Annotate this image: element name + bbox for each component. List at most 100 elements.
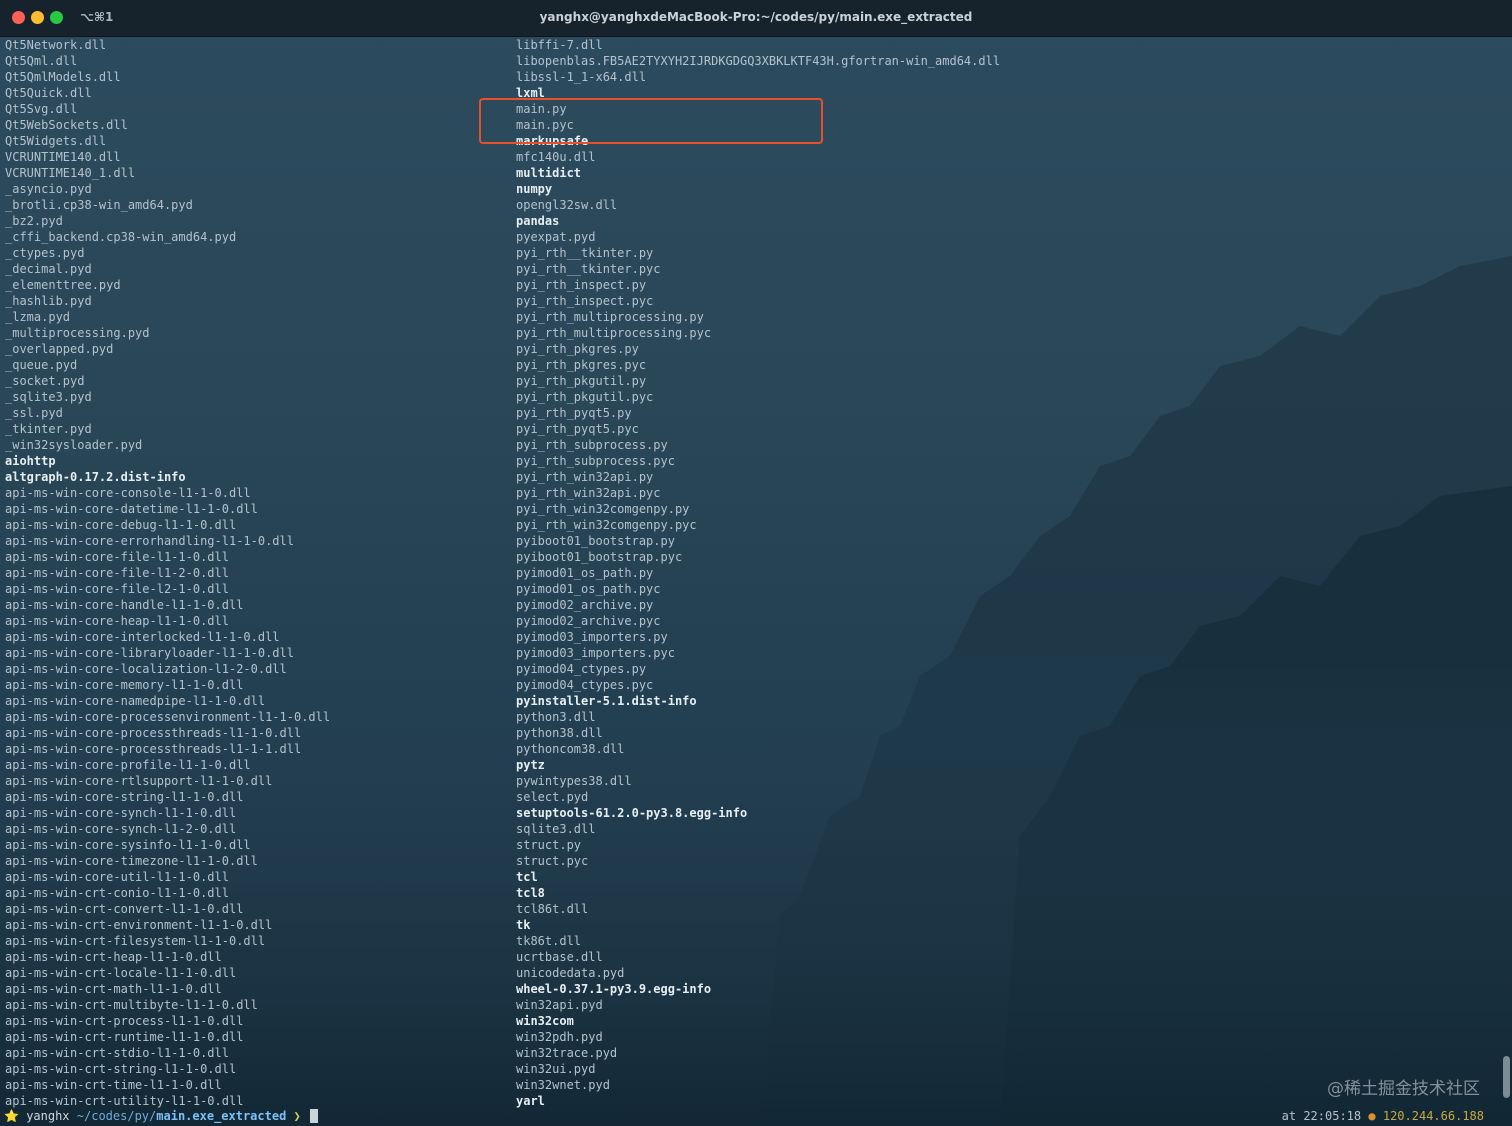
file-entry: api-ms-win-core-handle-l1-1-0.dll	[5, 598, 244, 612]
file-entry: _hashlib.pyd	[5, 294, 92, 308]
file-entry: api-ms-win-core-interlocked-l1-1-0.dll	[5, 630, 280, 644]
file-entry: api-ms-win-core-errorhandling-l1-1-0.dll	[5, 534, 294, 548]
file-entry: api-ms-win-core-namedpipe-l1-1-0.dll	[5, 694, 266, 708]
file-entry: _multiprocessing.pyd	[5, 326, 150, 340]
file-entry: api-ms-win-crt-environment-l1-1-0.dll	[5, 918, 273, 932]
scrollbar-thumb[interactable]	[1503, 1056, 1510, 1098]
file-entry: api-ms-win-crt-filesystem-l1-1-0.dll	[5, 934, 266, 948]
file-entry: _socket.pyd	[5, 374, 85, 388]
file-entry: unicodedata.pyd	[516, 966, 625, 980]
file-entry: api-ms-win-core-debug-l1-1-0.dll	[5, 518, 237, 532]
file-entry: pyi_rth_multiprocessing.pyc	[516, 326, 712, 340]
file-entry: api-ms-win-core-file-l1-1-0.dll	[5, 550, 229, 564]
file-entry: pyi_rth_win32comgenpy.py	[516, 502, 690, 516]
file-entry: _bz2.pyd	[5, 214, 63, 228]
file-entry: tk86t.dll	[516, 934, 582, 948]
file-entry: _queue.pyd	[5, 358, 78, 372]
file-entry: api-ms-win-core-synch-l1-2-0.dll	[5, 822, 237, 836]
file-entry: pyexpat.pyd	[516, 230, 596, 244]
file-entry: api-ms-win-crt-runtime-l1-1-0.dll	[5, 1030, 244, 1044]
file-entry: pyi_rth_pkgres.py	[516, 342, 639, 356]
file-entry: api-ms-win-core-heap-l1-1-0.dll	[5, 614, 229, 628]
file-entry: pyi_rth__tkinter.py	[516, 246, 654, 260]
file-entry: api-ms-win-core-memory-l1-1-0.dll	[5, 678, 244, 692]
file-entry: _tkinter.pyd	[5, 422, 92, 436]
file-entry: libopenblas.FB5AE2TYXYH2IJRDKGDGQ3XBKLKT…	[516, 54, 1001, 68]
directory-entry: tk	[516, 918, 531, 932]
file-entry: Qt5Quick.dll	[5, 86, 92, 100]
file-entry: api-ms-win-crt-locale-l1-1-0.dll	[5, 966, 237, 980]
file-entry: api-ms-win-core-string-l1-1-0.dll	[5, 790, 244, 804]
file-entry: tcl86t.dll	[516, 902, 589, 916]
file-entry: api-ms-win-crt-string-l1-1-0.dll	[5, 1062, 237, 1076]
file-entry: _brotli.cp38-win_amd64.pyd	[5, 198, 193, 212]
file-entry: api-ms-win-core-file-l2-1-0.dll	[5, 582, 229, 596]
file-entry: VCRUNTIME140.dll	[5, 150, 121, 164]
file-entry: api-ms-win-core-console-l1-1-0.dll	[5, 486, 251, 500]
file-entry: _elementtree.pyd	[5, 278, 121, 292]
highlight-box-main-files	[479, 98, 823, 144]
prompt-path-prefix: ~/codes/py/	[76, 1109, 157, 1123]
file-entry: Qt5WebSockets.dll	[5, 118, 128, 132]
file-entry: pyi_rth_multiprocessing.py	[516, 310, 704, 324]
file-entry: pyiboot01_bootstrap.py	[516, 534, 675, 548]
directory-entry: setuptools-61.2.0-py3.8.egg-info	[516, 806, 748, 820]
file-entry: struct.py	[516, 838, 582, 852]
directory-entry: pytz	[516, 758, 545, 772]
file-entry: ucrtbase.dll	[516, 950, 603, 964]
star-icon: ⭐	[4, 1109, 19, 1123]
file-entry: api-ms-win-core-datetime-l1-1-0.dll	[5, 502, 258, 516]
file-entry: _ctypes.pyd	[5, 246, 85, 260]
window-title: yanghx@yanghxdeMacBook-Pro:~/codes/py/ma…	[539, 10, 973, 24]
prompt-path-current: main.exe_extracted	[156, 1109, 287, 1123]
file-entry: _ssl.pyd	[5, 406, 63, 420]
file-entry: win32api.pyd	[516, 998, 603, 1012]
file-entry: pyimod03_importers.py	[516, 630, 668, 644]
title-bar: ⌥⌘1 yanghx@yanghxdeMacBook-Pro:~/codes/p…	[0, 0, 1512, 37]
file-entry: pyi_rth_pyqt5.pyc	[516, 422, 639, 436]
file-entry: libssl-1_1-x64.dll	[516, 70, 647, 84]
file-entry: python3.dll	[516, 710, 596, 724]
file-entry: sqlite3.dll	[516, 822, 596, 836]
file-entry: api-ms-win-crt-convert-l1-1-0.dll	[5, 902, 244, 916]
directory-entry: wheel-0.37.1-py3.9.egg-info	[516, 982, 712, 996]
file-entry: api-ms-win-crt-time-l1-1-0.dll	[5, 1078, 222, 1092]
file-entry: _win32sysloader.pyd	[5, 438, 143, 452]
file-entry: _overlapped.pyd	[5, 342, 114, 356]
file-entry: api-ms-win-core-file-l1-2-0.dll	[5, 566, 229, 580]
file-entry: api-ms-win-crt-stdio-l1-1-0.dll	[5, 1046, 229, 1060]
file-entry: select.pyd	[516, 790, 589, 804]
file-entry: pyi_rth_pkgutil.pyc	[516, 390, 654, 404]
file-entry: pyimod01_os_path.pyc	[516, 582, 661, 596]
file-entry: opengl32sw.dll	[516, 198, 618, 212]
file-entry: api-ms-win-crt-conio-l1-1-0.dll	[5, 886, 229, 900]
file-entry: api-ms-win-core-localization-l1-2-0.dll	[5, 662, 287, 676]
directory-entry: pyinstaller-5.1.dist-info	[516, 694, 697, 708]
text-cursor	[310, 1109, 319, 1123]
file-entry: struct.pyc	[516, 854, 589, 868]
file-entry: api-ms-win-crt-process-l1-1-0.dll	[5, 1014, 244, 1028]
directory-entry: aiohttp	[5, 454, 56, 468]
file-entry: _lzma.pyd	[5, 310, 71, 324]
file-entry: pyimod02_archive.pyc	[516, 614, 661, 628]
file-entry: api-ms-win-core-processenvironment-l1-1-…	[5, 710, 331, 724]
file-entry: api-ms-win-core-util-l1-1-0.dll	[5, 870, 229, 884]
file-entry: win32wnet.pyd	[516, 1078, 610, 1092]
file-entry: python38.dll	[516, 726, 603, 740]
shell-prompt[interactable]: ⭐ yanghx ~/codes/py/main.exe_extracted ❯	[4, 1108, 319, 1124]
file-entry: api-ms-win-core-profile-l1-1-0.dll	[5, 758, 251, 772]
file-entry: api-ms-win-crt-utility-l1-1-0.dll	[5, 1094, 244, 1108]
directory-entry: tcl8	[516, 886, 545, 900]
file-entry: api-ms-win-core-libraryloader-l1-1-0.dll	[5, 646, 294, 660]
file-entry: pyimod04_ctypes.py	[516, 662, 647, 676]
file-entry: api-ms-win-core-sysinfo-l1-1-0.dll	[5, 838, 251, 852]
file-entry: api-ms-win-crt-math-l1-1-0.dll	[5, 982, 222, 996]
file-entry: win32ui.pyd	[516, 1062, 596, 1076]
prompt-ip-address: 120.244.66.188	[1382, 1109, 1484, 1123]
terminal-window: ⌥⌘1 yanghx@yanghxdeMacBook-Pro:~/codes/p…	[0, 0, 1512, 1126]
file-entry: pyi_rth_pyqt5.py	[516, 406, 632, 420]
file-entry: pyi_rth_subprocess.pyc	[516, 454, 675, 468]
ip-dot-icon: ●	[1368, 1109, 1376, 1123]
file-entry: pyi_rth_pkgutil.py	[516, 374, 647, 388]
file-entry: pyi_rth__tkinter.pyc	[516, 262, 661, 276]
